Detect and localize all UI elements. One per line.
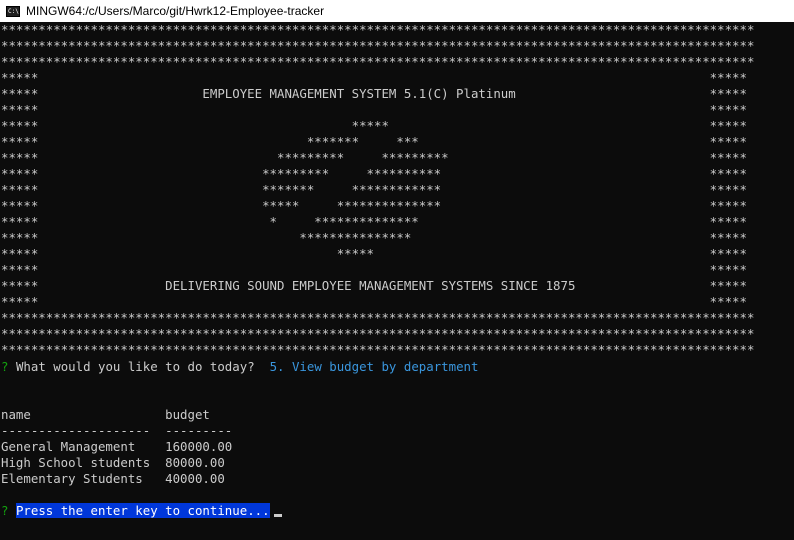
banner-tagline-line: ***** DELIVERING SOUND EMPLOYEE MANAGEME…	[1, 278, 747, 293]
window-titlebar[interactable]: C:\ MINGW64:/c/Users/Marco/git/Hwrk12-Em…	[0, 0, 794, 22]
banner-line: ****************************************…	[1, 326, 755, 341]
banner-line: ****************************************…	[1, 310, 755, 325]
banner-logo-line: ***** ********* ********** *****	[1, 166, 747, 181]
continue-text: Press the enter key to continue...	[15, 503, 270, 518]
text-cursor	[273, 514, 282, 517]
window-title: MINGW64:/c/Users/Marco/git/Hwrk12-Employ…	[26, 4, 325, 18]
continue-prompt[interactable]: ? Press the enter key to continue...	[1, 503, 282, 519]
prompt-marker: ?	[1, 359, 9, 374]
banner-line: ****************************************…	[1, 22, 755, 37]
terminal-output[interactable]: ****************************************…	[0, 22, 794, 540]
banner-line: ****************************************…	[1, 38, 755, 53]
banner-logo-line: ***** * ************** *****	[1, 214, 747, 229]
banner-line: ***** *****	[1, 70, 747, 85]
table-row: High School students 80000.00	[1, 455, 225, 470]
banner-title-line: ***** EMPLOYEE MANAGEMENT SYSTEM 5.1(C) …	[1, 86, 747, 101]
banner-logo-line: ***** ***** ************** *****	[1, 198, 747, 213]
banner-logo-line: ***** ******* *** *****	[1, 134, 747, 149]
prompt-question: What would you like to do today?	[15, 359, 255, 374]
banner-line: ***** *****	[1, 294, 747, 309]
menu-prompt: ? What would you like to do today? 5. Vi…	[1, 359, 478, 375]
terminal-icon: C:\	[6, 5, 20, 17]
prompt-answer: 5. View budget by department	[269, 359, 479, 374]
banner-logo-line: ***** ********* ********* *****	[1, 150, 747, 165]
banner-logo-line: ***** ******* ************ *****	[1, 182, 747, 197]
table-header: name budget	[1, 407, 210, 422]
table-row: General Management 160000.00	[1, 439, 233, 454]
banner-line: ***** *****	[1, 102, 747, 117]
banner-logo-line: ***** ***** *****	[1, 246, 747, 261]
banner-line: ***** *****	[1, 262, 747, 277]
table-row: Elementary Students 40000.00	[1, 471, 225, 486]
table-separator: -------------------- ---------	[1, 423, 233, 438]
banner-line: ****************************************…	[1, 342, 755, 357]
banner-logo-line: ***** *************** *****	[1, 230, 747, 245]
continue-marker: ?	[1, 503, 9, 518]
banner-logo-line: ***** ***** *****	[1, 118, 747, 133]
banner-line: ****************************************…	[1, 54, 755, 69]
